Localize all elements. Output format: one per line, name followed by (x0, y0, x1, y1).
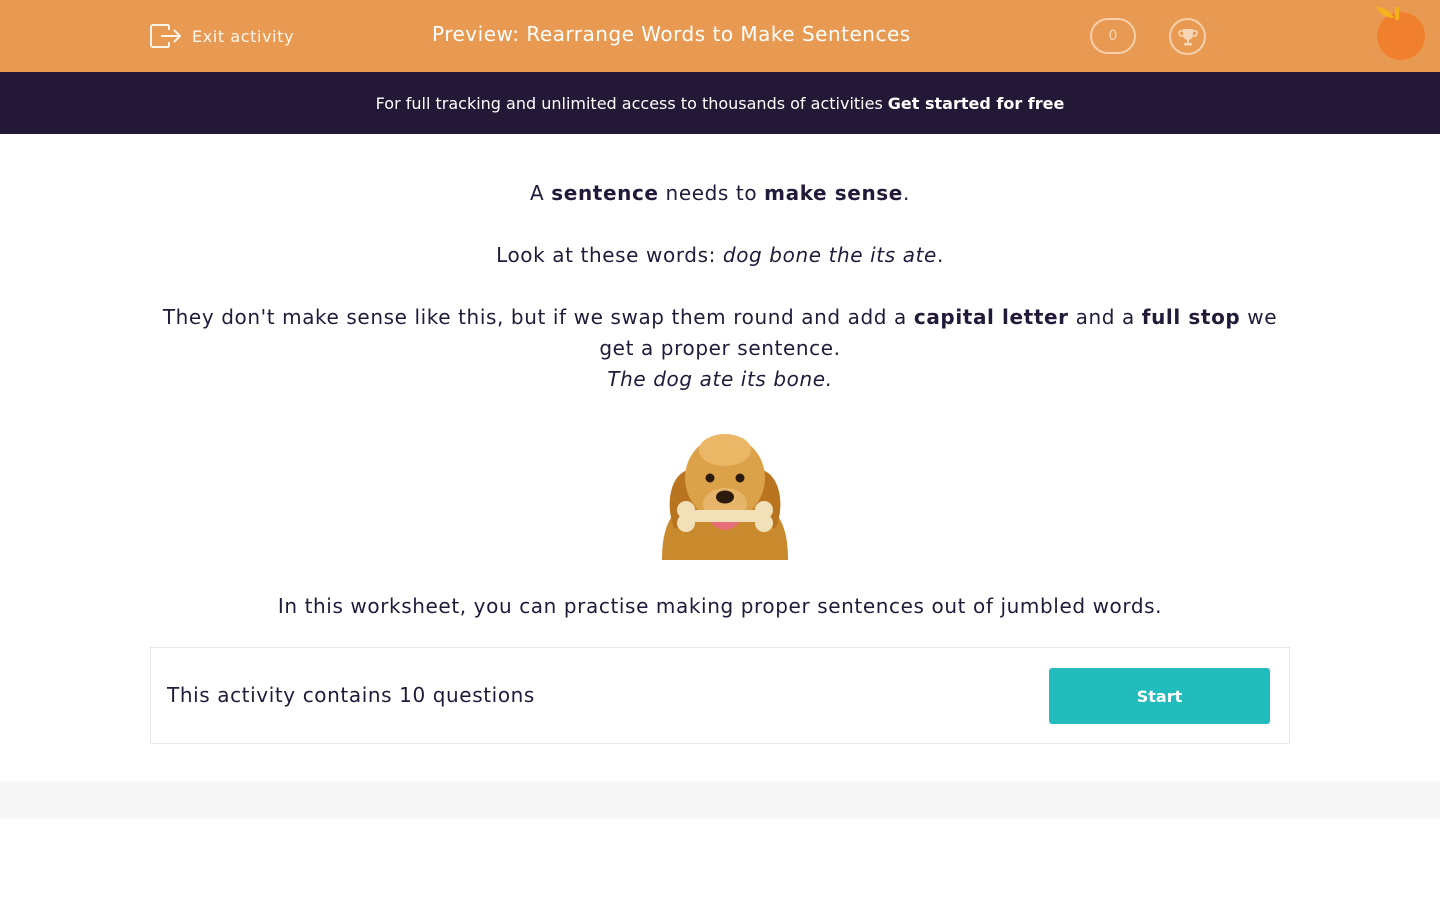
dog-image (662, 434, 788, 560)
footer-strip (0, 781, 1440, 819)
bold-term-full-stop: full stop (1141, 305, 1241, 329)
orange-logo-icon (1376, 7, 1425, 60)
start-button[interactable]: Start (1049, 668, 1270, 724)
text-segment: . (936, 243, 944, 267)
page-title: Preview: Rearrange Words to Make Sentenc… (432, 22, 911, 46)
question-count: This activity contains 10 questions (167, 683, 535, 707)
intro-paragraph-5: In this worksheet, you can practise maki… (277, 594, 1163, 618)
exit-activity-button[interactable]: Exit activity (149, 21, 294, 51)
bold-term-sentence: sentence (551, 181, 659, 205)
text-segment: . (902, 181, 910, 205)
promo-banner: For full tracking and unlimited access t… (0, 72, 1440, 134)
text-segment: and a (1068, 305, 1142, 329)
example-sentence-text: The dog ate its bone. (607, 367, 833, 391)
activity-card: This activity contains 10 questions Star… (150, 647, 1290, 744)
trophy-icon (1177, 28, 1198, 45)
intro-paragraph-3: They don't make sense like this, but if … (150, 302, 1290, 364)
bold-term-capital-letter: capital letter (913, 305, 1069, 329)
text-segment: They don't make sense like this, but if … (162, 305, 914, 329)
exit-activity-label: Exit activity (192, 26, 295, 46)
promo-text: For full tracking and unlimited access t… (375, 93, 883, 113)
get-started-link[interactable]: Get started for free (888, 94, 1065, 113)
intro-paragraph-2: Look at these words: dog bone the its at… (150, 240, 1290, 271)
text-segment: Look at these words: (496, 243, 723, 267)
trophy-button[interactable] (1169, 18, 1206, 55)
bold-term-make-sense: make sense (764, 181, 903, 205)
exit-icon (150, 24, 181, 48)
text-segment: A (530, 181, 552, 205)
intro-paragraph-1: A sentence needs to make sense. (150, 178, 1290, 209)
example-sentence: The dog ate its bone. (150, 364, 1290, 395)
jumbled-words: dog bone the its ate (722, 243, 937, 267)
top-bar: Exit activity Preview: Rearrange Words t… (0, 0, 1440, 72)
score-badge: 0 (1090, 18, 1136, 54)
text-segment: needs to (658, 181, 765, 205)
